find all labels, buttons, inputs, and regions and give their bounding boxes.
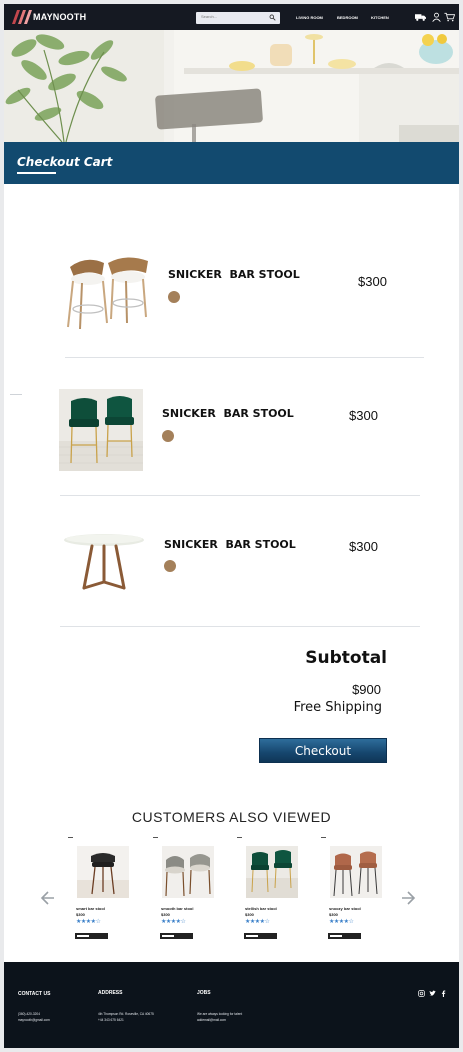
nav-bedroom[interactable]: BEDROOM bbox=[337, 15, 358, 20]
arrow-left-icon[interactable] bbox=[38, 889, 56, 907]
search-icon[interactable] bbox=[269, 14, 276, 21]
button-label-mark bbox=[77, 935, 89, 937]
add-to-cart-button[interactable] bbox=[328, 933, 361, 939]
page: MAYNOOTH Search... LIVING ROOM BEDROOM K… bbox=[4, 4, 459, 1048]
product-card[interactable]: smart bar stool $300 ★★★★☆ bbox=[68, 834, 144, 944]
title-underline bbox=[17, 172, 56, 174]
product-card[interactable]: stellish bar stool $300 ★★★★☆ bbox=[237, 834, 313, 944]
product-name[interactable]: stellish bar stool bbox=[245, 906, 277, 911]
address-phone: +44 343 675 6421 bbox=[98, 1018, 124, 1022]
side-marker bbox=[10, 394, 22, 395]
add-to-cart-button[interactable] bbox=[244, 933, 277, 939]
section-title: CUSTOMERS ALSO VIEWED bbox=[131, 809, 332, 825]
product-thumbnail[interactable] bbox=[246, 846, 298, 898]
product-thumbnail[interactable] bbox=[330, 846, 382, 898]
product-card[interactable]: smooth bar stool $300 ★★★★☆ bbox=[153, 834, 229, 944]
instagram-icon[interactable] bbox=[418, 990, 425, 997]
address-heading: ADDRESS bbox=[98, 990, 123, 996]
top-nav: MAYNOOTH Search... LIVING ROOM BEDROOM K… bbox=[4, 4, 459, 30]
logo-icon[interactable] bbox=[12, 10, 32, 24]
kitchen-scene-illustration bbox=[4, 30, 459, 142]
card-dash bbox=[68, 837, 73, 838]
rating-stars: ★★★★☆ bbox=[161, 918, 186, 925]
subtotal-value: $900 bbox=[352, 682, 381, 697]
color-swatch[interactable] bbox=[162, 430, 174, 442]
item-price: $300 bbox=[358, 274, 387, 289]
button-label-mark bbox=[330, 935, 342, 937]
product-name[interactable]: smart bar stool bbox=[76, 906, 105, 911]
nav-kitchen[interactable]: KITCHEN bbox=[371, 15, 389, 20]
brand-name[interactable]: MAYNOOTH bbox=[33, 12, 86, 22]
contact-heading: CONTACT US bbox=[18, 991, 51, 997]
card-dash bbox=[237, 837, 242, 838]
subtotal-label: Subtotal bbox=[305, 648, 387, 668]
search-field[interactable]: Search... bbox=[196, 12, 280, 24]
contact-email[interactable]: maynooth@gmail.com bbox=[18, 1018, 50, 1022]
item-divider bbox=[65, 357, 424, 358]
color-swatch[interactable] bbox=[168, 291, 180, 303]
color-swatch[interactable] bbox=[164, 560, 176, 572]
product-image[interactable] bbox=[59, 389, 143, 471]
product-name[interactable]: smooth bar stool bbox=[161, 906, 193, 911]
rating-stars: ★★★★☆ bbox=[76, 918, 101, 925]
product-image[interactable] bbox=[64, 251, 150, 331]
product-price: $300 bbox=[161, 912, 170, 917]
item-name[interactable]: SNICKER BAR STOOL bbox=[164, 538, 296, 551]
search-input[interactable]: Search... bbox=[201, 14, 217, 19]
rating-stars: ★★★★☆ bbox=[245, 918, 270, 925]
checkout-button[interactable]: Checkout bbox=[259, 738, 387, 763]
footer: CONTACT US (360)-420-3204 maynooth@gmail… bbox=[4, 962, 459, 1048]
rating-stars: ★★★★☆ bbox=[329, 918, 354, 925]
item-name[interactable]: SNICKER BAR STOOL bbox=[168, 268, 300, 281]
page-title: Checkout Cart bbox=[17, 155, 113, 169]
product-thumbnail[interactable] bbox=[77, 846, 129, 898]
checkout-banner: Checkout Cart bbox=[4, 142, 459, 184]
jobs-line: We are always looking for talent bbox=[197, 1012, 243, 1016]
item-price: $300 bbox=[349, 539, 378, 554]
cart-icon[interactable] bbox=[444, 12, 455, 22]
address-line: 4th Thompson Rd. Roseville, CA 40675 bbox=[98, 1012, 154, 1016]
product-image[interactable] bbox=[62, 532, 146, 594]
item-name[interactable]: SNICKER BAR STOOL bbox=[162, 407, 294, 420]
contact-phone[interactable]: (360)-420-3204 bbox=[18, 1012, 40, 1016]
twitter-icon[interactable] bbox=[429, 990, 436, 997]
item-price: $300 bbox=[349, 408, 378, 423]
product-thumbnail[interactable] bbox=[162, 846, 214, 898]
product-price: $300 bbox=[76, 912, 85, 917]
add-to-cart-button[interactable] bbox=[160, 933, 193, 939]
product-card[interactable]: snoozy bar stool $300 ★★★★☆ bbox=[321, 834, 397, 944]
facebook-icon[interactable] bbox=[440, 990, 447, 997]
button-label-mark bbox=[246, 935, 258, 937]
delivery-truck-icon[interactable] bbox=[415, 12, 426, 22]
arrow-right-icon[interactable] bbox=[400, 889, 418, 907]
jobs-email[interactable]: addemail@mail.com bbox=[197, 1018, 226, 1022]
hero-image bbox=[4, 30, 459, 142]
add-to-cart-button[interactable] bbox=[75, 933, 108, 939]
shipping-note: Free Shipping bbox=[293, 700, 382, 715]
jobs-heading: JOBS bbox=[197, 990, 211, 996]
card-dash bbox=[321, 837, 326, 838]
product-price: $300 bbox=[329, 912, 338, 917]
item-divider bbox=[60, 495, 420, 496]
product-price: $300 bbox=[245, 912, 254, 917]
card-dash bbox=[153, 837, 158, 838]
button-label-mark bbox=[162, 935, 174, 937]
nav-living-room[interactable]: LIVING ROOM bbox=[296, 15, 323, 20]
item-divider bbox=[60, 626, 420, 627]
product-name[interactable]: snoozy bar stool bbox=[329, 906, 361, 911]
user-icon[interactable] bbox=[431, 12, 442, 22]
